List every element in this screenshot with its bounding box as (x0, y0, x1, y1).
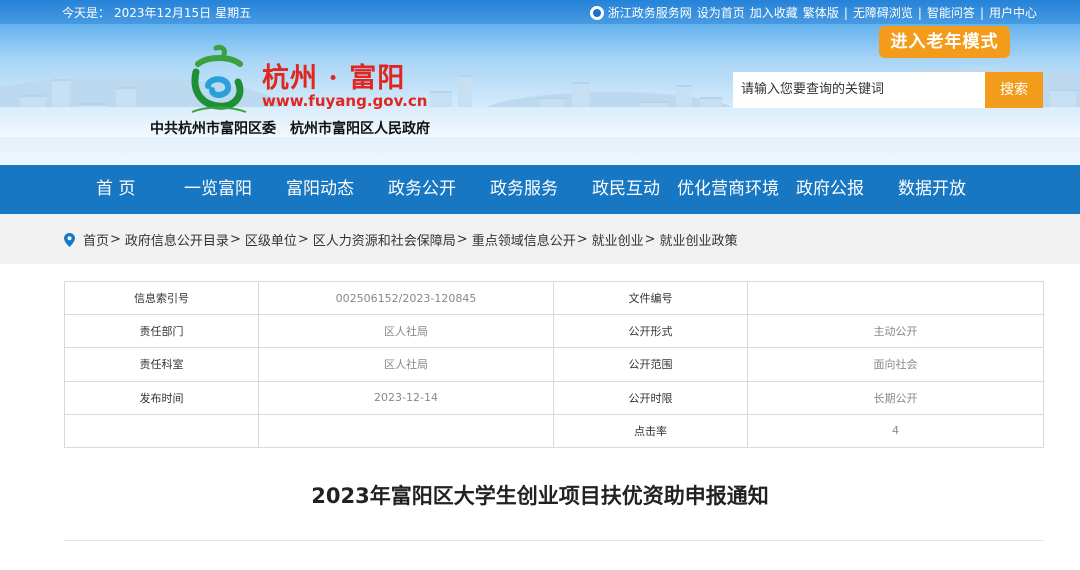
breadcrumb-district-units[interactable]: 区级单位 (245, 230, 297, 249)
table-cell: 责任部门 (64, 314, 259, 349)
table-row: 发布时间 2023-12-14 公开时限 长期公开 (64, 380, 1044, 415)
nav-business-environment[interactable]: 优化营商环境 (677, 165, 779, 214)
search-button[interactable]: 搜索 (985, 72, 1043, 108)
table-row: 责任部门 区人社局 公开形式 主动公开 (64, 314, 1044, 349)
search-input[interactable]: 请输入您要查询的关键词 (733, 72, 985, 108)
table-cell (747, 280, 1044, 316)
link-accessibility[interactable]: 无障碍浏览 (853, 4, 913, 21)
nav-government-disclosure[interactable]: 政务公开 (388, 165, 456, 214)
table-cell: 长期公开 (747, 380, 1044, 415)
nav-home[interactable]: 首 页 (96, 165, 135, 214)
link-traditional-chinese[interactable]: 繁体版 (803, 4, 839, 21)
table-cell (64, 413, 259, 448)
link-smart-qa[interactable]: 智能问答 (927, 4, 975, 21)
nav-public-interaction[interactable]: 政民互动 (592, 165, 660, 214)
current-date: 今天是： 2023年12月15日 星期五 (62, 6, 252, 20)
breadcrumb: 首页 > 政府信息公开目录 > 区级单位 > 区人力资源和社会保障局 > 重点领域信息公… (64, 230, 738, 249)
breadcrumb-bar: 首页 > 政府信息公开目录 > 区级单位 > 区人力资源和社会保障局 > 重点领域信息公… (0, 214, 1080, 264)
table-cell: 区人社局 (258, 314, 554, 349)
link-user-center[interactable]: 用户中心 (989, 4, 1037, 21)
top-bar: 今天是： 2023年12月15日 星期五 浙江政务服务网 设为首页 加入收藏 繁体版… (0, 0, 1080, 24)
document-info-table: 信息索引号 002506152/2023-120845 文件编号 责任部门 区人… (64, 280, 1044, 448)
breadcrumb-employment[interactable]: 就业创业 (592, 230, 644, 249)
nav-overview-fuyang[interactable]: 一览富阳 (184, 165, 252, 214)
breadcrumb-employment-policy[interactable]: 就业创业政策 (660, 230, 738, 249)
header-banner: 今天是： 2023年12月15日 星期五 浙江政务服务网 设为首页 加入收藏 繁体版… (0, 0, 1080, 165)
table-cell: 主动公开 (747, 314, 1044, 349)
nav-government-gazette[interactable]: 政府公报 (796, 165, 864, 214)
table-cell: 面向社会 (747, 347, 1044, 382)
table-cell: 文件编号 (553, 280, 748, 316)
nav-open-data[interactable]: 数据开放 (898, 165, 966, 214)
site-url: www.fuyang.gov.cn (262, 92, 428, 110)
table-cell: 4 (747, 413, 1044, 448)
table-cell: 公开范围 (553, 347, 748, 382)
table-row: 点击率 4 (64, 413, 1044, 448)
breadcrumb-info-catalog[interactable]: 政府信息公开目录 (125, 230, 229, 249)
table-cell: 信息索引号 (64, 280, 259, 316)
table-cell: 2023-12-14 (258, 380, 554, 415)
elder-mode-button[interactable]: 进入老年模式 (879, 26, 1010, 58)
main-nav: 首 页 一览富阳 富阳动态 政务公开 政务服务 政民互动 优化营商环境 政府公报… (0, 165, 1080, 214)
location-pin-icon (64, 232, 75, 247)
fuyang-logo-icon (191, 45, 247, 113)
table-cell: 区人社局 (258, 347, 554, 382)
site-name: 杭州 · 富阳 (262, 63, 406, 94)
article-title: 2023年富阳区大学生创业项目扶优资助申报通知 (311, 484, 769, 508)
organization-names: 中共杭州市富阳区委 杭州市富阳区人民政府 (150, 121, 430, 137)
breadcrumb-hr-bureau[interactable]: 区人力资源和社会保障局 (313, 230, 456, 249)
table-cell: 002506152/2023-120845 (258, 280, 554, 316)
link-set-homepage[interactable]: 设为首页 (697, 4, 745, 21)
zhejiang-gov-service-icon (589, 5, 604, 20)
table-cell: 发布时间 (64, 380, 259, 415)
nav-government-services[interactable]: 政务服务 (490, 165, 558, 214)
top-links: 浙江政务服务网 设为首页 加入收藏 繁体版 | 无障碍浏览 | 智能问答 | 用… (589, 4, 1042, 21)
breadcrumb-key-areas[interactable]: 重点领域信息公开 (472, 230, 576, 249)
table-row: 责任科室 区人社局 公开范围 面向社会 (64, 347, 1044, 382)
table-cell: 公开时限 (553, 380, 748, 415)
table-cell: 公开形式 (553, 314, 748, 349)
table-row: 信息索引号 002506152/2023-120845 文件编号 (64, 280, 1044, 316)
link-add-favorite[interactable]: 加入收藏 (750, 4, 798, 21)
table-cell (258, 413, 554, 448)
table-cell: 责任科室 (64, 347, 259, 382)
link-zhejiang-gov-service[interactable]: 浙江政务服务网 (608, 4, 692, 21)
title-divider (64, 540, 1043, 541)
breadcrumb-home[interactable]: 首页 (83, 230, 109, 249)
nav-fuyang-news[interactable]: 富阳动态 (286, 165, 354, 214)
table-cell: 点击率 (553, 413, 748, 448)
